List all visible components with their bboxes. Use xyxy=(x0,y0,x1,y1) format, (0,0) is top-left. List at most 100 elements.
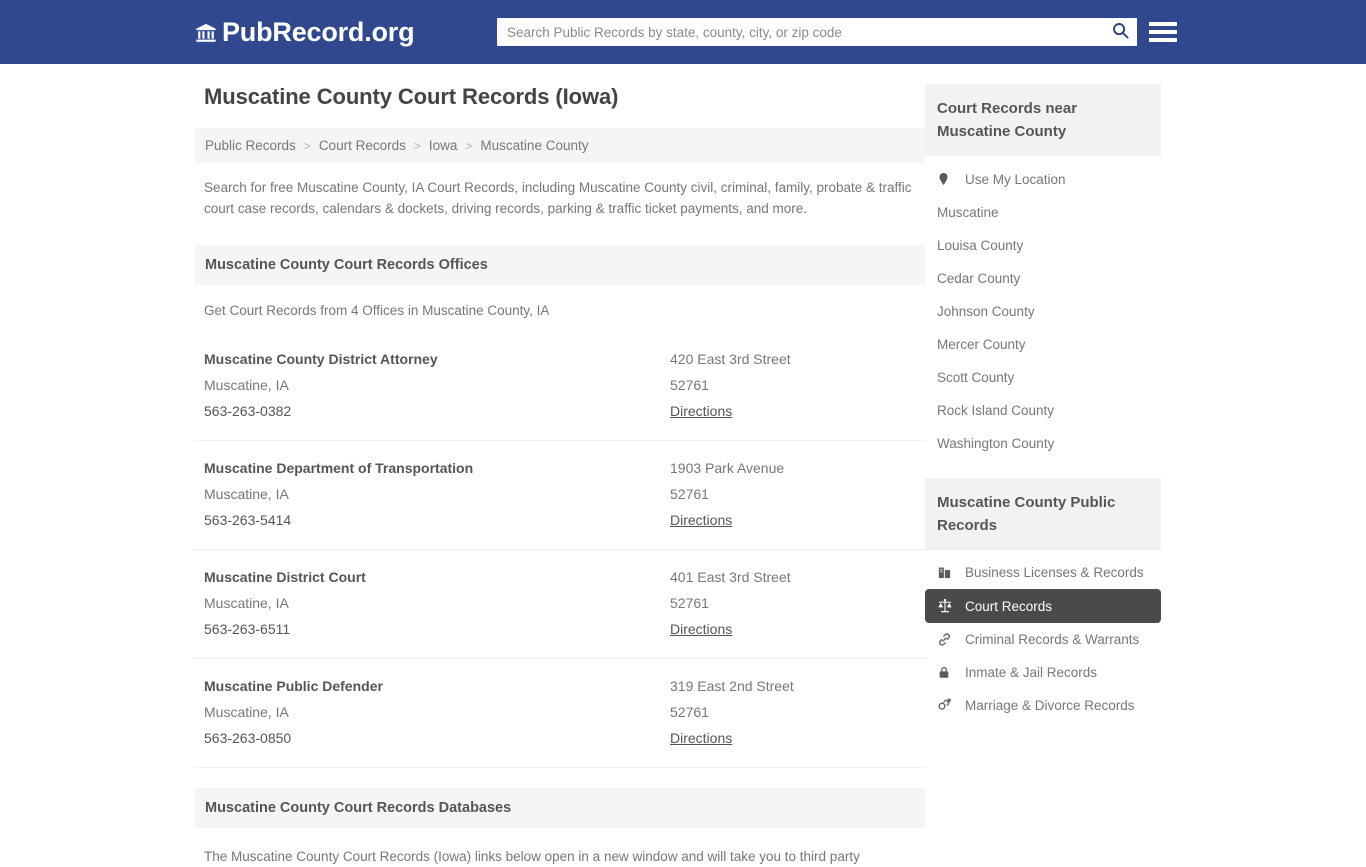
panel-heading: Court Records near Muscatine County xyxy=(925,84,1161,156)
office-street: 420 East 3rd Street xyxy=(670,351,791,367)
sidebar-item-criminal-records[interactable]: Criminal Records & Warrants xyxy=(925,623,1161,656)
office-address: 401 East 3rd Street 52761 Directions xyxy=(670,564,916,642)
sidebar-item-rock-island-county[interactable]: Rock Island County xyxy=(925,394,1161,427)
office-name: Muscatine Public Defender xyxy=(204,678,383,694)
office-zip: 52761 xyxy=(670,704,709,720)
menu-bar-1 xyxy=(1149,22,1177,26)
link-chain-icon xyxy=(937,632,957,647)
office-name: Muscatine Department of Transportation xyxy=(204,460,474,476)
table-row: Muscatine County District Attorney Musca… xyxy=(195,332,925,441)
male-female-icon xyxy=(937,698,957,713)
office-details: Muscatine Public Defender Muscatine, IA … xyxy=(204,673,670,751)
office-address: 319 East 2nd Street 52761 Directions xyxy=(670,673,916,751)
table-row: Muscatine Department of Transportation M… xyxy=(195,441,925,550)
brand-logo-link[interactable]: PubRecord.org xyxy=(195,16,415,47)
sidebar-item-label: Louisa County xyxy=(937,238,1024,253)
sidebar-item-muscatine[interactable]: Muscatine xyxy=(925,196,1161,229)
search-button[interactable] xyxy=(1103,19,1137,45)
padlock-icon xyxy=(937,665,957,680)
scales-of-justice-icon xyxy=(937,598,957,614)
breadcrumb-separator: > xyxy=(465,138,473,153)
breadcrumb-separator: > xyxy=(303,138,311,153)
sidebar-item-label: Cedar County xyxy=(937,271,1021,286)
sidebar-item-label: Muscatine xyxy=(937,205,999,220)
breadcrumb-item-public-records[interactable]: Public Records xyxy=(205,138,296,153)
public-records-list: Business Licenses & Records Court Record… xyxy=(925,550,1161,722)
sidebar: Court Records near Muscatine County Use … xyxy=(925,84,1161,867)
sidebar-item-scott-county[interactable]: Scott County xyxy=(925,361,1161,394)
sidebar-item-use-my-location[interactable]: Use My Location xyxy=(925,162,1161,196)
hamburger-menu-icon[interactable] xyxy=(1149,19,1177,45)
office-city: Muscatine, IA xyxy=(204,486,289,502)
office-street: 1903 Park Avenue xyxy=(670,460,785,476)
office-details: Muscatine District Court Muscatine, IA 5… xyxy=(204,564,670,642)
office-city: Muscatine, IA xyxy=(204,704,289,720)
sidebar-item-label: Rock Island County xyxy=(937,403,1055,418)
offices-section-note: Get Court Records from 4 Offices in Musc… xyxy=(204,303,550,318)
sidebar-item-label: Marriage & Divorce Records xyxy=(965,698,1135,713)
office-details: Muscatine County District Attorney Musca… xyxy=(204,346,670,424)
office-phone: 563-263-6511 xyxy=(204,621,291,637)
sidebar-item-business-licenses[interactable]: Business Licenses & Records xyxy=(925,556,1161,589)
office-name: Muscatine District Court xyxy=(204,569,366,585)
sidebar-item-label: Business Licenses & Records xyxy=(965,565,1144,580)
site-header: PubRecord.org xyxy=(0,0,1366,64)
table-row: Muscatine Public Defender Muscatine, IA … xyxy=(195,659,925,768)
main-content: Muscatine County Court Records (Iowa) Pu… xyxy=(195,84,925,867)
breadcrumb-separator: > xyxy=(413,138,421,153)
search-bar[interactable] xyxy=(497,18,1137,46)
table-row: Muscatine District Court Muscatine, IA 5… xyxy=(195,550,925,659)
directions-link[interactable]: Directions xyxy=(670,398,732,424)
panel-public-records: Muscatine County Public Records Business… xyxy=(925,478,1161,722)
sidebar-item-label: Scott County xyxy=(937,370,1015,385)
directions-link[interactable]: Directions xyxy=(670,616,732,642)
offices-section-heading: Muscatine County Court Records Offices xyxy=(195,245,925,285)
office-phone: 563-263-5414 xyxy=(204,512,292,528)
page-title: Muscatine County Court Records (Iowa) xyxy=(204,84,619,109)
breadcrumb: Public Records > Court Records > Iowa > … xyxy=(195,128,925,163)
page-body: Muscatine County Court Records (Iowa) Pu… xyxy=(0,64,1366,867)
sidebar-item-label: Criminal Records & Warrants xyxy=(965,632,1140,647)
sidebar-item-label: Johnson County xyxy=(937,304,1035,319)
office-name: Muscatine County District Attorney xyxy=(204,351,438,367)
office-zip: 52761 xyxy=(670,486,709,502)
sidebar-item-johnson-county[interactable]: Johnson County xyxy=(925,295,1161,328)
briefcase-icon xyxy=(937,565,957,580)
sidebar-item-court-records[interactable]: Court Records xyxy=(925,589,1161,623)
breadcrumb-item-iowa[interactable]: Iowa xyxy=(429,138,458,153)
offices-list: Muscatine County District Attorney Musca… xyxy=(195,332,925,768)
search-input[interactable] xyxy=(497,19,1103,45)
sidebar-item-label: Mercer County xyxy=(937,337,1026,352)
sidebar-item-label: Court Records xyxy=(965,598,1053,614)
sidebar-item-louisa-county[interactable]: Louisa County xyxy=(925,229,1161,262)
breadcrumb-item-muscatine-county[interactable]: Muscatine County xyxy=(480,138,588,153)
office-details: Muscatine Department of Transportation M… xyxy=(204,455,670,533)
office-address: 1903 Park Avenue 52761 Directions xyxy=(670,455,916,533)
sidebar-item-mercer-county[interactable]: Mercer County xyxy=(925,328,1161,361)
intro-paragraph: Search for free Muscatine County, IA Cou… xyxy=(204,180,912,216)
brand-name: PubRecord.org xyxy=(222,16,415,47)
directions-link[interactable]: Directions xyxy=(670,507,732,533)
office-zip: 52761 xyxy=(670,595,709,611)
sidebar-item-washington-county[interactable]: Washington County xyxy=(925,427,1161,460)
sidebar-item-inmate-jail-records[interactable]: Inmate & Jail Records xyxy=(925,656,1161,689)
panel-court-records-near: Court Records near Muscatine County Use … xyxy=(925,84,1161,460)
sidebar-item-marriage-divorce-records[interactable]: Marriage & Divorce Records xyxy=(925,689,1161,722)
office-phone: 563-263-0850 xyxy=(204,730,292,746)
breadcrumb-item-court-records[interactable]: Court Records xyxy=(319,138,406,153)
databases-section-heading: Muscatine County Court Records Databases xyxy=(195,788,925,828)
office-street: 401 East 3rd Street xyxy=(670,569,791,585)
bank-building-icon xyxy=(195,22,217,44)
sidebar-item-label: Inmate & Jail Records xyxy=(965,665,1098,680)
office-address: 420 East 3rd Street 52761 Directions xyxy=(670,346,916,424)
search-icon xyxy=(1111,21,1130,43)
office-city: Muscatine, IA xyxy=(204,595,289,611)
map-pin-icon xyxy=(937,171,957,187)
sidebar-item-label: Washington County xyxy=(937,436,1055,451)
sidebar-item-cedar-county[interactable]: Cedar County xyxy=(925,262,1161,295)
panel-heading: Muscatine County Public Records xyxy=(925,478,1161,550)
office-city: Muscatine, IA xyxy=(204,377,289,393)
office-phone: 563-263-0382 xyxy=(204,403,292,419)
directions-link[interactable]: Directions xyxy=(670,725,732,751)
office-zip: 52761 xyxy=(670,377,709,393)
